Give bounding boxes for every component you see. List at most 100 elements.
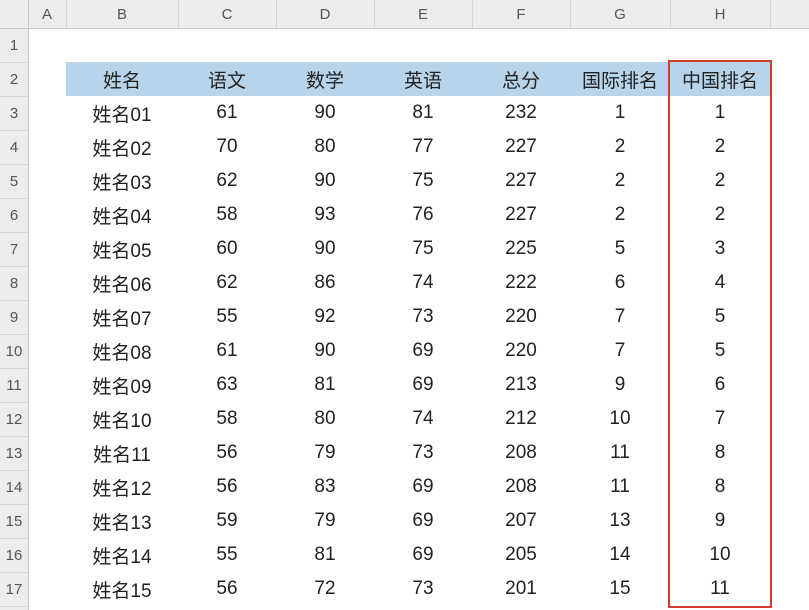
cell-E16[interactable]: 69	[374, 538, 472, 572]
cell-H10[interactable]: 5	[670, 334, 770, 368]
cell-D1[interactable]	[276, 28, 374, 62]
cell-F6[interactable]: 227	[472, 198, 570, 232]
cell-E4[interactable]: 77	[374, 130, 472, 164]
cell-G10[interactable]: 7	[570, 334, 670, 368]
cell-F18[interactable]	[472, 606, 570, 610]
cell-B15[interactable]: 姓名13	[66, 504, 178, 538]
cell-E9[interactable]: 73	[374, 300, 472, 334]
select-all-corner[interactable]	[0, 0, 29, 29]
cell-G7[interactable]: 5	[570, 232, 670, 266]
cell-B13[interactable]: 姓名11	[66, 436, 178, 470]
row-header-8[interactable]: 8	[0, 266, 28, 301]
cell-C16[interactable]: 55	[178, 538, 276, 572]
cell-H14[interactable]: 8	[670, 470, 770, 504]
row-header-18[interactable]: 18	[0, 606, 28, 610]
cell-G12[interactable]: 10	[570, 402, 670, 436]
cell-H12[interactable]: 7	[670, 402, 770, 436]
cell-A6[interactable]	[28, 198, 66, 232]
cell-A3[interactable]	[28, 96, 66, 130]
cell-D9[interactable]: 92	[276, 300, 374, 334]
cell-C10[interactable]: 61	[178, 334, 276, 368]
cell-B6[interactable]: 姓名04	[66, 198, 178, 232]
cell-F16[interactable]: 205	[472, 538, 570, 572]
cell-E5[interactable]: 75	[374, 164, 472, 198]
cell-H3[interactable]: 1	[670, 96, 770, 130]
cell-F13[interactable]: 208	[472, 436, 570, 470]
cell-E10[interactable]: 69	[374, 334, 472, 368]
row-header-14[interactable]: 14	[0, 470, 28, 505]
cell-B10[interactable]: 姓名08	[66, 334, 178, 368]
cell-F1[interactable]	[472, 28, 570, 62]
cell-E15[interactable]: 69	[374, 504, 472, 538]
cell-G17[interactable]: 15	[570, 572, 670, 606]
cell-C11[interactable]: 63	[178, 368, 276, 402]
cell-F2[interactable]: 总分	[472, 62, 570, 96]
cell-H4[interactable]: 2	[670, 130, 770, 164]
row-header-16[interactable]: 16	[0, 538, 28, 573]
cell-C14[interactable]: 56	[178, 470, 276, 504]
cell-B4[interactable]: 姓名02	[66, 130, 178, 164]
cell-H15[interactable]: 9	[670, 504, 770, 538]
cell-D18[interactable]	[276, 606, 374, 610]
cell-A16[interactable]	[28, 538, 66, 572]
cell-C3[interactable]: 61	[178, 96, 276, 130]
cell-H9[interactable]: 5	[670, 300, 770, 334]
cell-E2[interactable]: 英语	[374, 62, 472, 96]
cell-C6[interactable]: 58	[178, 198, 276, 232]
row-header-1[interactable]: 1	[0, 28, 28, 63]
cell-H6[interactable]: 2	[670, 198, 770, 232]
cell-B14[interactable]: 姓名12	[66, 470, 178, 504]
row-header-9[interactable]: 9	[0, 300, 28, 335]
cell-E1[interactable]	[374, 28, 472, 62]
cell-E12[interactable]: 74	[374, 402, 472, 436]
cell-B3[interactable]: 姓名01	[66, 96, 178, 130]
cell-G4[interactable]: 2	[570, 130, 670, 164]
cell-E13[interactable]: 73	[374, 436, 472, 470]
cell-A15[interactable]	[28, 504, 66, 538]
cell-A13[interactable]	[28, 436, 66, 470]
cell-C18[interactable]	[178, 606, 276, 610]
cell-A1[interactable]	[28, 28, 66, 62]
cell-G6[interactable]: 2	[570, 198, 670, 232]
cell-D14[interactable]: 83	[276, 470, 374, 504]
cell-F4[interactable]: 227	[472, 130, 570, 164]
cell-B2[interactable]: 姓名	[66, 62, 178, 96]
row-header-3[interactable]: 3	[0, 96, 28, 131]
row-header-2[interactable]: 2	[0, 62, 28, 97]
cell-F7[interactable]: 225	[472, 232, 570, 266]
cell-F15[interactable]: 207	[472, 504, 570, 538]
cell-D8[interactable]: 86	[276, 266, 374, 300]
cell-D7[interactable]: 90	[276, 232, 374, 266]
cell-C4[interactable]: 70	[178, 130, 276, 164]
cell-G18[interactable]	[570, 606, 670, 610]
cell-F11[interactable]: 213	[472, 368, 570, 402]
row-header-7[interactable]: 7	[0, 232, 28, 267]
cell-B11[interactable]: 姓名09	[66, 368, 178, 402]
cell-E14[interactable]: 69	[374, 470, 472, 504]
cell-E11[interactable]: 69	[374, 368, 472, 402]
cell-C8[interactable]: 62	[178, 266, 276, 300]
cell-C7[interactable]: 60	[178, 232, 276, 266]
cell-C9[interactable]: 55	[178, 300, 276, 334]
cell-H2[interactable]: 中国排名	[670, 62, 770, 96]
cell-B9[interactable]: 姓名07	[66, 300, 178, 334]
cell-E7[interactable]: 75	[374, 232, 472, 266]
cell-H8[interactable]: 4	[670, 266, 770, 300]
cell-H13[interactable]: 8	[670, 436, 770, 470]
cell-B1[interactable]	[66, 28, 178, 62]
column-header-C[interactable]: C	[178, 0, 277, 28]
cell-C2[interactable]: 语文	[178, 62, 276, 96]
cell-C15[interactable]: 59	[178, 504, 276, 538]
cell-H5[interactable]: 2	[670, 164, 770, 198]
cell-E6[interactable]: 76	[374, 198, 472, 232]
cell-B12[interactable]: 姓名10	[66, 402, 178, 436]
cell-C17[interactable]: 56	[178, 572, 276, 606]
cell-A8[interactable]	[28, 266, 66, 300]
cell-D4[interactable]: 80	[276, 130, 374, 164]
cell-A14[interactable]	[28, 470, 66, 504]
cell-E18[interactable]	[374, 606, 472, 610]
cell-C5[interactable]: 62	[178, 164, 276, 198]
cell-D17[interactable]: 72	[276, 572, 374, 606]
column-header-B[interactable]: B	[66, 0, 179, 28]
cell-G14[interactable]: 11	[570, 470, 670, 504]
